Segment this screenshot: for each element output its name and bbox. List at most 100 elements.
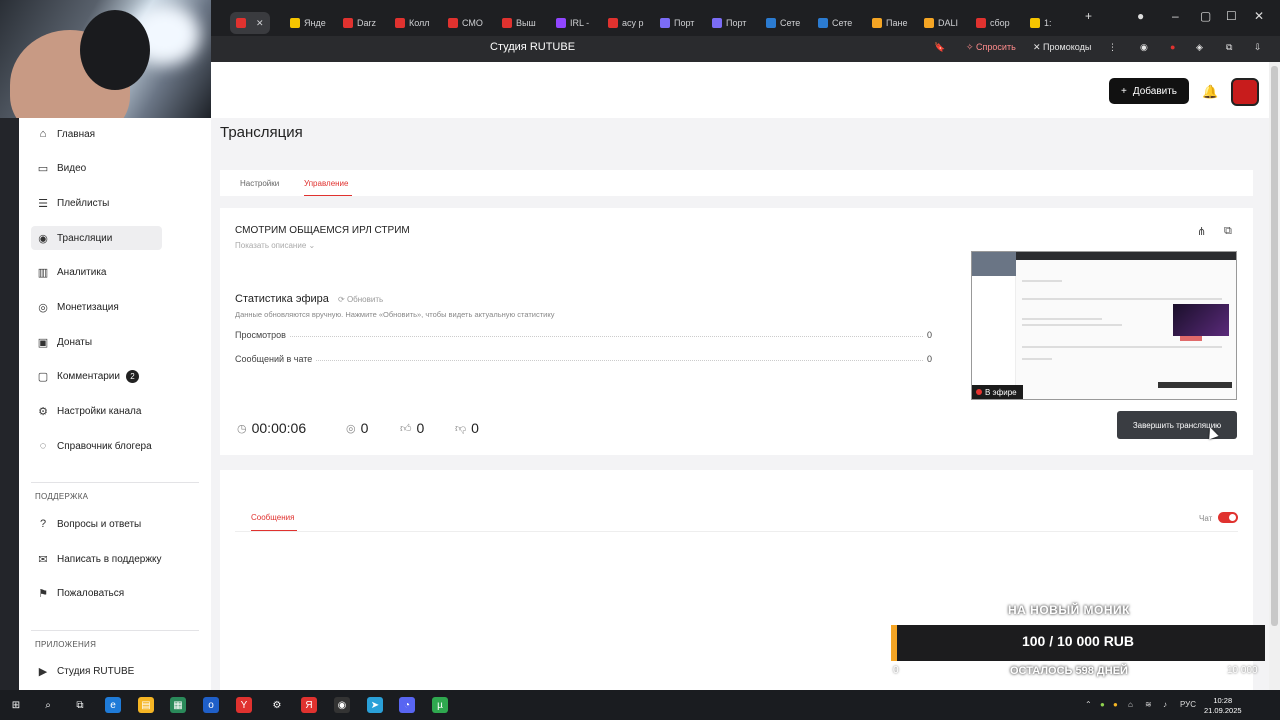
ask-button[interactable]: ✧ Спросить bbox=[966, 42, 1016, 53]
tab-favicon-icon bbox=[343, 18, 353, 28]
sidebar-item-mail[interactable]: ✉ Написать в поддержку bbox=[31, 547, 162, 571]
browser-tab[interactable]: Порт bbox=[712, 12, 746, 34]
sidebar-item-gear[interactable]: ⚙ Настройки канала bbox=[31, 399, 162, 423]
new-tab-icon[interactable]: + bbox=[1085, 9, 1092, 23]
browser-tab[interactable]: Колл bbox=[395, 12, 430, 34]
add-button[interactable]: + Добавить bbox=[1109, 78, 1189, 104]
close-tab-icon[interactable]: ✕ bbox=[256, 18, 264, 29]
tray-app-icon[interactable]: ● bbox=[1113, 700, 1118, 709]
profile-icon[interactable]: ● bbox=[1137, 9, 1144, 23]
sidebar-item-question[interactable]: ? Вопросы и ответы bbox=[31, 512, 162, 536]
sidebar-item-studio[interactable]: ▶ Студия RUTUBE bbox=[31, 659, 162, 683]
sidebar-item-flag[interactable]: ⚑ Пожаловаться bbox=[31, 581, 162, 605]
sidebar-item-home[interactable]: ⌂ Главная bbox=[31, 122, 162, 146]
sidebar-item-label: Главная bbox=[57, 128, 96, 140]
sidebar-item-playlist[interactable]: ☰ Плейлисты bbox=[31, 191, 162, 215]
browser-tab[interactable]: ✕ bbox=[230, 12, 270, 34]
sidebar-item-coin[interactable]: ◎ Монетизация bbox=[31, 295, 162, 319]
close-icon[interactable]: ✕ bbox=[1254, 9, 1264, 23]
browser-tab[interactable]: Порт bbox=[660, 12, 694, 34]
discord-icon[interactable]: ◔ bbox=[399, 697, 415, 713]
tray-app-icon[interactable]: ● bbox=[1100, 700, 1105, 709]
browser-tab[interactable]: Сете bbox=[818, 12, 852, 34]
sidebar-item-chart[interactable]: ▥ Аналитика bbox=[31, 260, 162, 284]
page-scrollbar[interactable] bbox=[1269, 62, 1280, 690]
viewers-counter: ◎ 0 bbox=[346, 420, 368, 436]
tray-volume-icon[interactable]: ♪ bbox=[1163, 700, 1167, 709]
search-icon[interactable]: ⌕ bbox=[40, 697, 56, 713]
taskbar-clock[interactable]: 10:28 21.09.2025 bbox=[1204, 696, 1242, 716]
promo-button[interactable]: ✕ Промокоды bbox=[1033, 42, 1091, 53]
edge-icon[interactable]: e bbox=[105, 697, 121, 713]
sidebar-item-comment[interactable]: ▢ Комментарии 2 bbox=[31, 364, 162, 388]
end-stream-button[interactable]: Завершить трансляцию bbox=[1117, 411, 1237, 439]
start-icon[interactable]: ⊞ bbox=[8, 697, 24, 713]
browser-tab[interactable]: Выш bbox=[502, 12, 536, 34]
notification-bell-icon[interactable]: 🔔 bbox=[1202, 84, 1218, 100]
browser-tab[interactable]: 1: bbox=[1030, 12, 1052, 34]
sidebar-item-help[interactable]: ◌ Справочник блогера bbox=[31, 434, 162, 458]
language-indicator[interactable]: РУС bbox=[1180, 700, 1196, 709]
settings-gear-icon[interactable]: ⚙ bbox=[269, 697, 285, 713]
chat-toggle[interactable] bbox=[1218, 512, 1238, 523]
page-title-address[interactable]: Студия RUTUBE bbox=[490, 41, 575, 53]
outlook-icon[interactable]: o bbox=[203, 697, 219, 713]
extension-cat-icon[interactable]: ◉ bbox=[1140, 42, 1148, 53]
preview-line bbox=[1022, 298, 1222, 300]
extension-icon[interactable]: ◈ bbox=[1196, 42, 1203, 53]
torrent-icon[interactable]: µ bbox=[432, 697, 448, 713]
tab-favicon-icon bbox=[766, 18, 776, 28]
calculator-icon[interactable]: ▦ bbox=[170, 697, 186, 713]
preview-thumbnail bbox=[1173, 304, 1229, 336]
dislikes-value: 0 bbox=[471, 420, 479, 436]
external-link-icon[interactable]: ⧉ bbox=[1224, 225, 1232, 238]
extension-red-icon[interactable]: ● bbox=[1170, 42, 1175, 52]
refresh-button[interactable]: ⟳ Обновить bbox=[338, 295, 383, 304]
sidebar-item-video[interactable]: ▭ Видео bbox=[31, 156, 162, 180]
sidebar-item-broadcast[interactable]: ◉ Трансляции bbox=[31, 226, 162, 250]
sidebar-item-label: Написать в поддержку bbox=[57, 553, 162, 565]
stream-preview[interactable] bbox=[971, 251, 1237, 400]
sidebar-item-label: Плейлисты bbox=[57, 197, 110, 209]
sidebar-item-donate[interactable]: ▣ Донаты bbox=[31, 330, 162, 354]
donation-min: 0 bbox=[893, 665, 899, 676]
studio-icon: ▶ bbox=[38, 665, 48, 678]
browser-tab[interactable]: Darz bbox=[343, 12, 376, 34]
maximize-icon[interactable]: ☐ bbox=[1226, 9, 1237, 23]
yandex-icon[interactable]: Я bbox=[301, 697, 317, 713]
tab-settings[interactable]: Настройки bbox=[240, 179, 279, 188]
tab-favicon-icon bbox=[556, 18, 566, 28]
share-icon[interactable]: ⋔ bbox=[1197, 225, 1206, 238]
minimize-icon[interactable]: – bbox=[1172, 9, 1179, 23]
telegram-icon[interactable]: ➤ bbox=[367, 697, 383, 713]
tab-favicon-icon bbox=[712, 18, 722, 28]
browser-tab[interactable]: IRL - bbox=[556, 12, 589, 34]
browser-tab[interactable]: сбор bbox=[976, 12, 1010, 34]
tab-management[interactable]: Управление bbox=[304, 179, 348, 188]
yandex-browser-icon[interactable]: Y bbox=[236, 697, 252, 713]
avatar[interactable] bbox=[1231, 78, 1259, 106]
browser-tab[interactable]: Янде bbox=[290, 12, 326, 34]
show-description-link[interactable]: Показать описание ⌄ bbox=[235, 241, 315, 250]
browser-tab[interactable]: асу р bbox=[608, 12, 644, 34]
tray-network-icon[interactable]: ⌂ bbox=[1128, 700, 1133, 709]
extensions-icon[interactable]: ⧉ bbox=[1226, 42, 1232, 53]
tray-wifi-icon[interactable]: ≋ bbox=[1145, 700, 1152, 709]
tray-arrow-icon[interactable]: ⌃ bbox=[1085, 700, 1092, 709]
browser-tab[interactable]: СМО bbox=[448, 12, 483, 34]
obs-icon[interactable]: ◉ bbox=[334, 697, 350, 713]
browser-tab[interactable]: DALI bbox=[924, 12, 958, 34]
preview-line bbox=[1022, 358, 1052, 360]
downloads-icon[interactable]: ⇩ bbox=[1254, 42, 1262, 53]
restore-icon[interactable]: ▢ bbox=[1200, 9, 1211, 23]
tab-messages[interactable]: Сообщения bbox=[251, 513, 294, 522]
menu-dots-icon[interactable]: ⋮ bbox=[1108, 42, 1117, 53]
bookmark-icon[interactable]: 🔖 bbox=[934, 42, 945, 53]
preview-line bbox=[1022, 280, 1062, 282]
browser-tab[interactable]: Сете bbox=[766, 12, 800, 34]
browser-tab[interactable]: Пане bbox=[872, 12, 907, 34]
help-icon: ◌ bbox=[39, 440, 47, 452]
task-view-icon[interactable]: ⧉ bbox=[72, 697, 88, 713]
scrollbar-thumb[interactable] bbox=[1271, 66, 1278, 626]
explorer-icon[interactable]: ▤ bbox=[138, 697, 154, 713]
